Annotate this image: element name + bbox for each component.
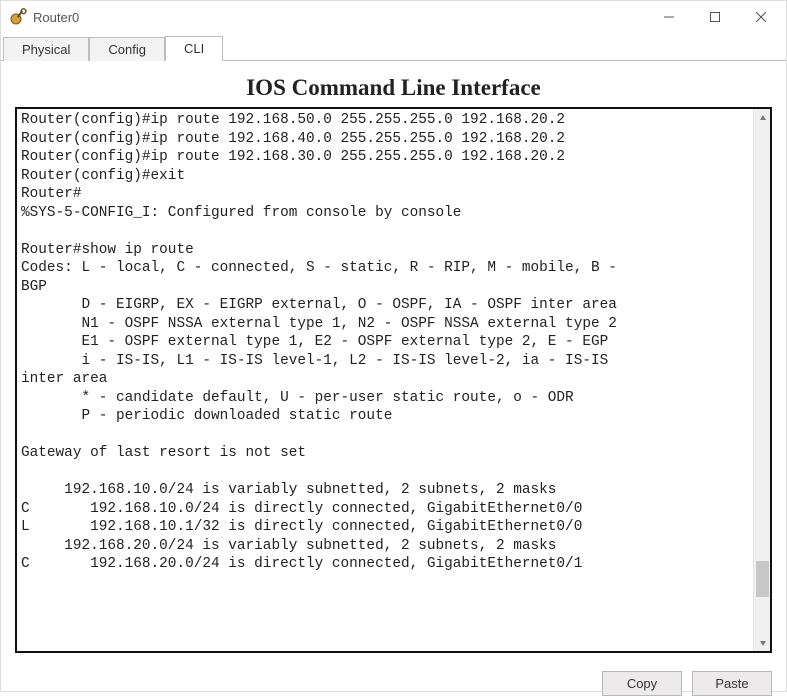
- scrollbar[interactable]: [753, 109, 770, 651]
- scroll-up-icon[interactable]: [754, 109, 771, 126]
- minimize-button[interactable]: [646, 1, 692, 33]
- tab-config[interactable]: Config: [89, 37, 165, 61]
- router-icon: [9, 8, 27, 26]
- titlebar: Router0: [1, 1, 786, 33]
- terminal-output[interactable]: Router(config)#ip route 192.168.50.0 255…: [17, 109, 753, 651]
- tab-cli[interactable]: CLI: [165, 36, 223, 61]
- paste-button[interactable]: Paste: [692, 671, 772, 696]
- content-area: IOS Command Line Interface Router(config…: [1, 61, 786, 663]
- tab-bar: Physical Config CLI: [1, 33, 786, 61]
- copy-button[interactable]: Copy: [602, 671, 682, 696]
- button-row: Copy Paste: [1, 663, 786, 696]
- scroll-down-icon[interactable]: [754, 634, 771, 651]
- cli-heading: IOS Command Line Interface: [15, 75, 772, 101]
- maximize-button[interactable]: [692, 1, 738, 33]
- window-controls: [646, 1, 784, 33]
- window-title: Router0: [33, 10, 79, 25]
- tab-physical[interactable]: Physical: [3, 37, 89, 61]
- terminal-frame: Router(config)#ip route 192.168.50.0 255…: [15, 107, 772, 653]
- close-button[interactable]: [738, 1, 784, 33]
- scroll-thumb[interactable]: [756, 561, 769, 597]
